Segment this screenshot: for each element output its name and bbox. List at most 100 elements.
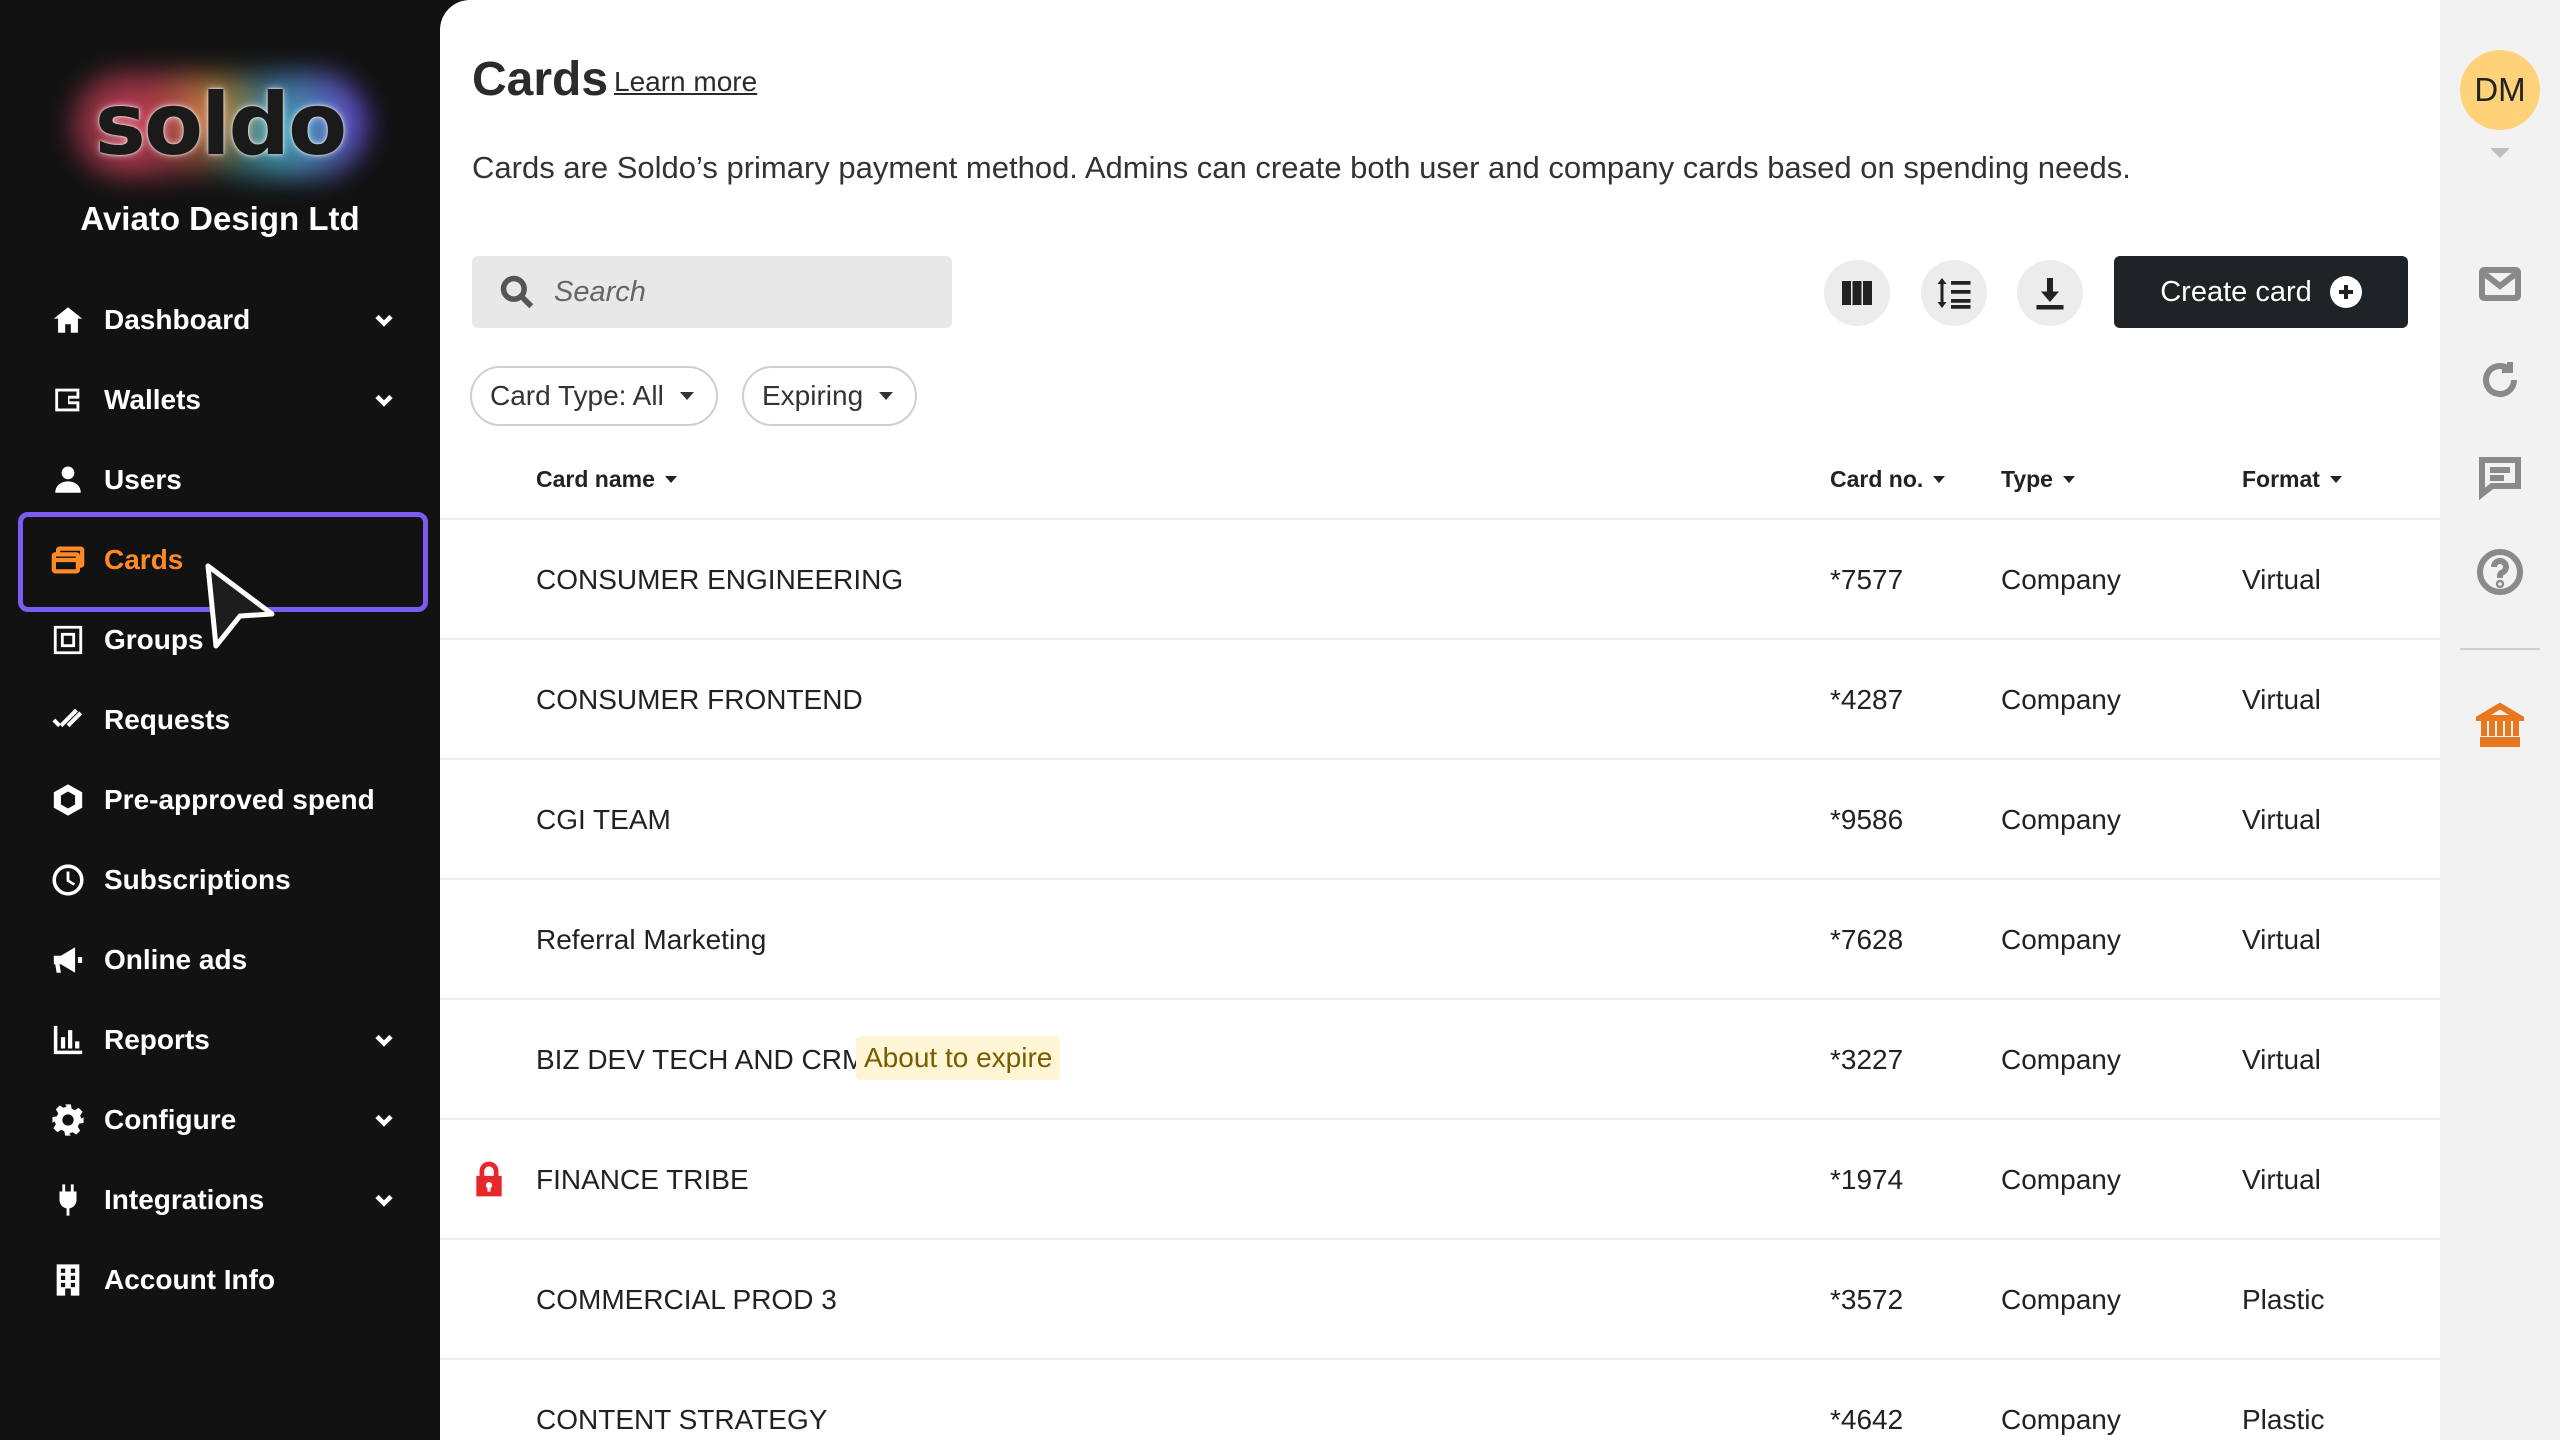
sidebar-item-label: Users — [104, 464, 182, 495]
card-type: Company — [2001, 564, 2121, 595]
building-icon — [50, 1262, 86, 1298]
company-name: Aviato Design Ltd — [80, 200, 360, 237]
column-header-card-name[interactable]: Card name — [536, 466, 677, 493]
row-density-button[interactable] — [1921, 260, 1987, 326]
plug-icon — [50, 1182, 86, 1218]
sidebar-item-label: Cards — [104, 544, 184, 575]
hexagon-icon — [50, 782, 86, 818]
chevron-down-icon[interactable] — [370, 1026, 398, 1054]
create-card-button[interactable]: Create card — [2114, 256, 2408, 328]
column-header-type[interactable]: Type — [2001, 466, 2075, 493]
page-title: Cards — [472, 53, 609, 106]
home-icon — [50, 302, 86, 338]
help-icon[interactable] — [2476, 548, 2524, 596]
wallet-icon — [50, 382, 86, 418]
card-type: Company — [2001, 804, 2121, 835]
chevron-down-icon[interactable] — [370, 1106, 398, 1134]
filter-expiring[interactable]: Expiring — [742, 366, 918, 426]
card-format: Plastic — [2242, 1284, 2325, 1315]
card-name: CGI TEAM — [536, 804, 671, 835]
sidebar-item-label: Pre-approved spend — [104, 784, 375, 815]
sidebar-item-requests[interactable]: Requests — [0, 680, 440, 760]
column-header-format[interactable]: Format — [2242, 466, 2342, 493]
columns-button[interactable] — [1824, 260, 1890, 326]
table-row[interactable]: COMMERCIAL PROD 3 *3572 Company Plastic — [440, 1238, 2440, 1358]
card-name: Referral Marketing — [536, 924, 767, 955]
caret-down-icon[interactable] — [2490, 148, 2510, 158]
app-window: soldo Aviato Design Ltd Dashboard Wallet… — [0, 0, 2560, 1440]
sidebar-item-label: Wallets — [104, 384, 201, 415]
learn-more-link[interactable]: Learn more — [614, 66, 757, 98]
avatar[interactable]: DM — [2460, 50, 2540, 130]
chevron-down-icon[interactable] — [370, 1186, 398, 1214]
sidebar-item-label: Online ads — [104, 944, 248, 975]
filter-label: Expiring — [762, 380, 864, 411]
sort-caret-icon — [664, 476, 677, 483]
main-content: Cards Learn more Cards are Soldo’s prima… — [440, 0, 2440, 1440]
sort-caret-icon — [2329, 476, 2342, 483]
table-row[interactable]: FINANCE TRIBE *1974 Company Virtual — [440, 1118, 2440, 1238]
create-card-label: Create card — [2160, 275, 2312, 308]
filter-label: Card Type: All — [490, 380, 664, 411]
gear-icon — [50, 1102, 86, 1138]
mail-icon[interactable] — [2476, 260, 2524, 308]
card-name: COMMERCIAL PROD 3 — [536, 1284, 837, 1315]
sidebar-item-label: Integrations — [104, 1184, 265, 1215]
card-type: Company — [2001, 1044, 2121, 1075]
sidebar-item-subscriptions[interactable]: Subscriptions — [0, 840, 440, 920]
filter-card-type[interactable]: Card Type: All — [470, 366, 718, 426]
search-icon — [500, 275, 534, 309]
table-row[interactable]: BIZ DEV TECH AND CRM About to expire *32… — [440, 998, 2440, 1118]
sidebar-item-online-ads[interactable]: Online ads — [0, 920, 440, 1000]
sidebar-item-configure[interactable]: Configure — [0, 1080, 440, 1160]
refresh-icon[interactable] — [2476, 356, 2524, 404]
sidebar-item-wallets[interactable]: Wallets — [0, 360, 440, 440]
sidebar-nav: Dashboard Wallets Users Cards Groups Req… — [0, 280, 440, 1320]
sidebar-item-account-info[interactable]: Account Info — [0, 1240, 440, 1320]
sidebar-item-users[interactable]: Users — [0, 440, 440, 520]
cards-icon — [50, 542, 86, 578]
sidebar-item-label: Requests — [104, 704, 231, 735]
column-label: Card name — [536, 466, 655, 492]
card-name: CONSUMER ENGINEERING — [536, 564, 904, 595]
table-row[interactable]: Referral Marketing *7628 Company Virtual — [440, 878, 2440, 998]
chevron-down-icon[interactable] — [370, 306, 398, 334]
megaphone-icon — [50, 942, 86, 978]
table-row[interactable]: CONSUMER ENGINEERING *7577 Company Virtu… — [440, 518, 2440, 638]
status-badge: About to expire — [856, 1036, 1061, 1080]
card-number: *7577 — [1830, 564, 1904, 595]
sidebar-item-reports[interactable]: Reports — [0, 1000, 440, 1080]
card-type: Company — [2001, 924, 2121, 955]
chevron-down-icon[interactable] — [370, 386, 398, 414]
sidebar-item-label: Configure — [104, 1104, 237, 1135]
page-description: Cards are Soldo’s primary payment method… — [472, 150, 2131, 185]
download-button[interactable] — [2017, 260, 2083, 326]
search-input[interactable] — [554, 275, 934, 309]
card-format: Virtual — [2242, 684, 2321, 715]
double-check-icon — [50, 702, 86, 738]
card-number: *4287 — [1830, 684, 1904, 715]
logo-text: soldo — [94, 75, 347, 175]
groups-icon — [50, 622, 86, 658]
chat-icon[interactable] — [2476, 452, 2524, 501]
table-row[interactable]: CONTENT STRATEGY *4642 Company Plastic — [440, 1358, 2440, 1440]
table-row[interactable]: CGI TEAM *9586 Company Virtual — [440, 758, 2440, 878]
sidebar: soldo Aviato Design Ltd Dashboard Wallet… — [0, 0, 440, 1440]
sidebar-item-dashboard[interactable]: Dashboard — [0, 280, 440, 360]
bank-icon[interactable] — [2469, 700, 2531, 748]
sidebar-item-pre-approved-spend[interactable]: Pre-approved spend — [0, 760, 440, 840]
sidebar-item-integrations[interactable]: Integrations — [0, 1160, 440, 1240]
column-label: Format — [2242, 466, 2320, 492]
table-row[interactable]: CONSUMER FRONTEND *4287 Company Virtual — [440, 638, 2440, 758]
card-number: *7628 — [1830, 924, 1904, 955]
clock-icon — [50, 862, 86, 898]
card-type: Company — [2001, 1164, 2121, 1195]
soldo-logo[interactable]: soldo — [50, 50, 390, 200]
card-format: Virtual — [2242, 564, 2321, 595]
rail-divider — [2460, 648, 2540, 650]
column-header-card-number[interactable]: Card no. — [1830, 466, 1946, 493]
card-type: Company — [2001, 1284, 2121, 1315]
column-label: Card no. — [1830, 466, 1924, 492]
bar-chart-icon — [50, 1022, 86, 1058]
search-field[interactable] — [472, 256, 952, 328]
